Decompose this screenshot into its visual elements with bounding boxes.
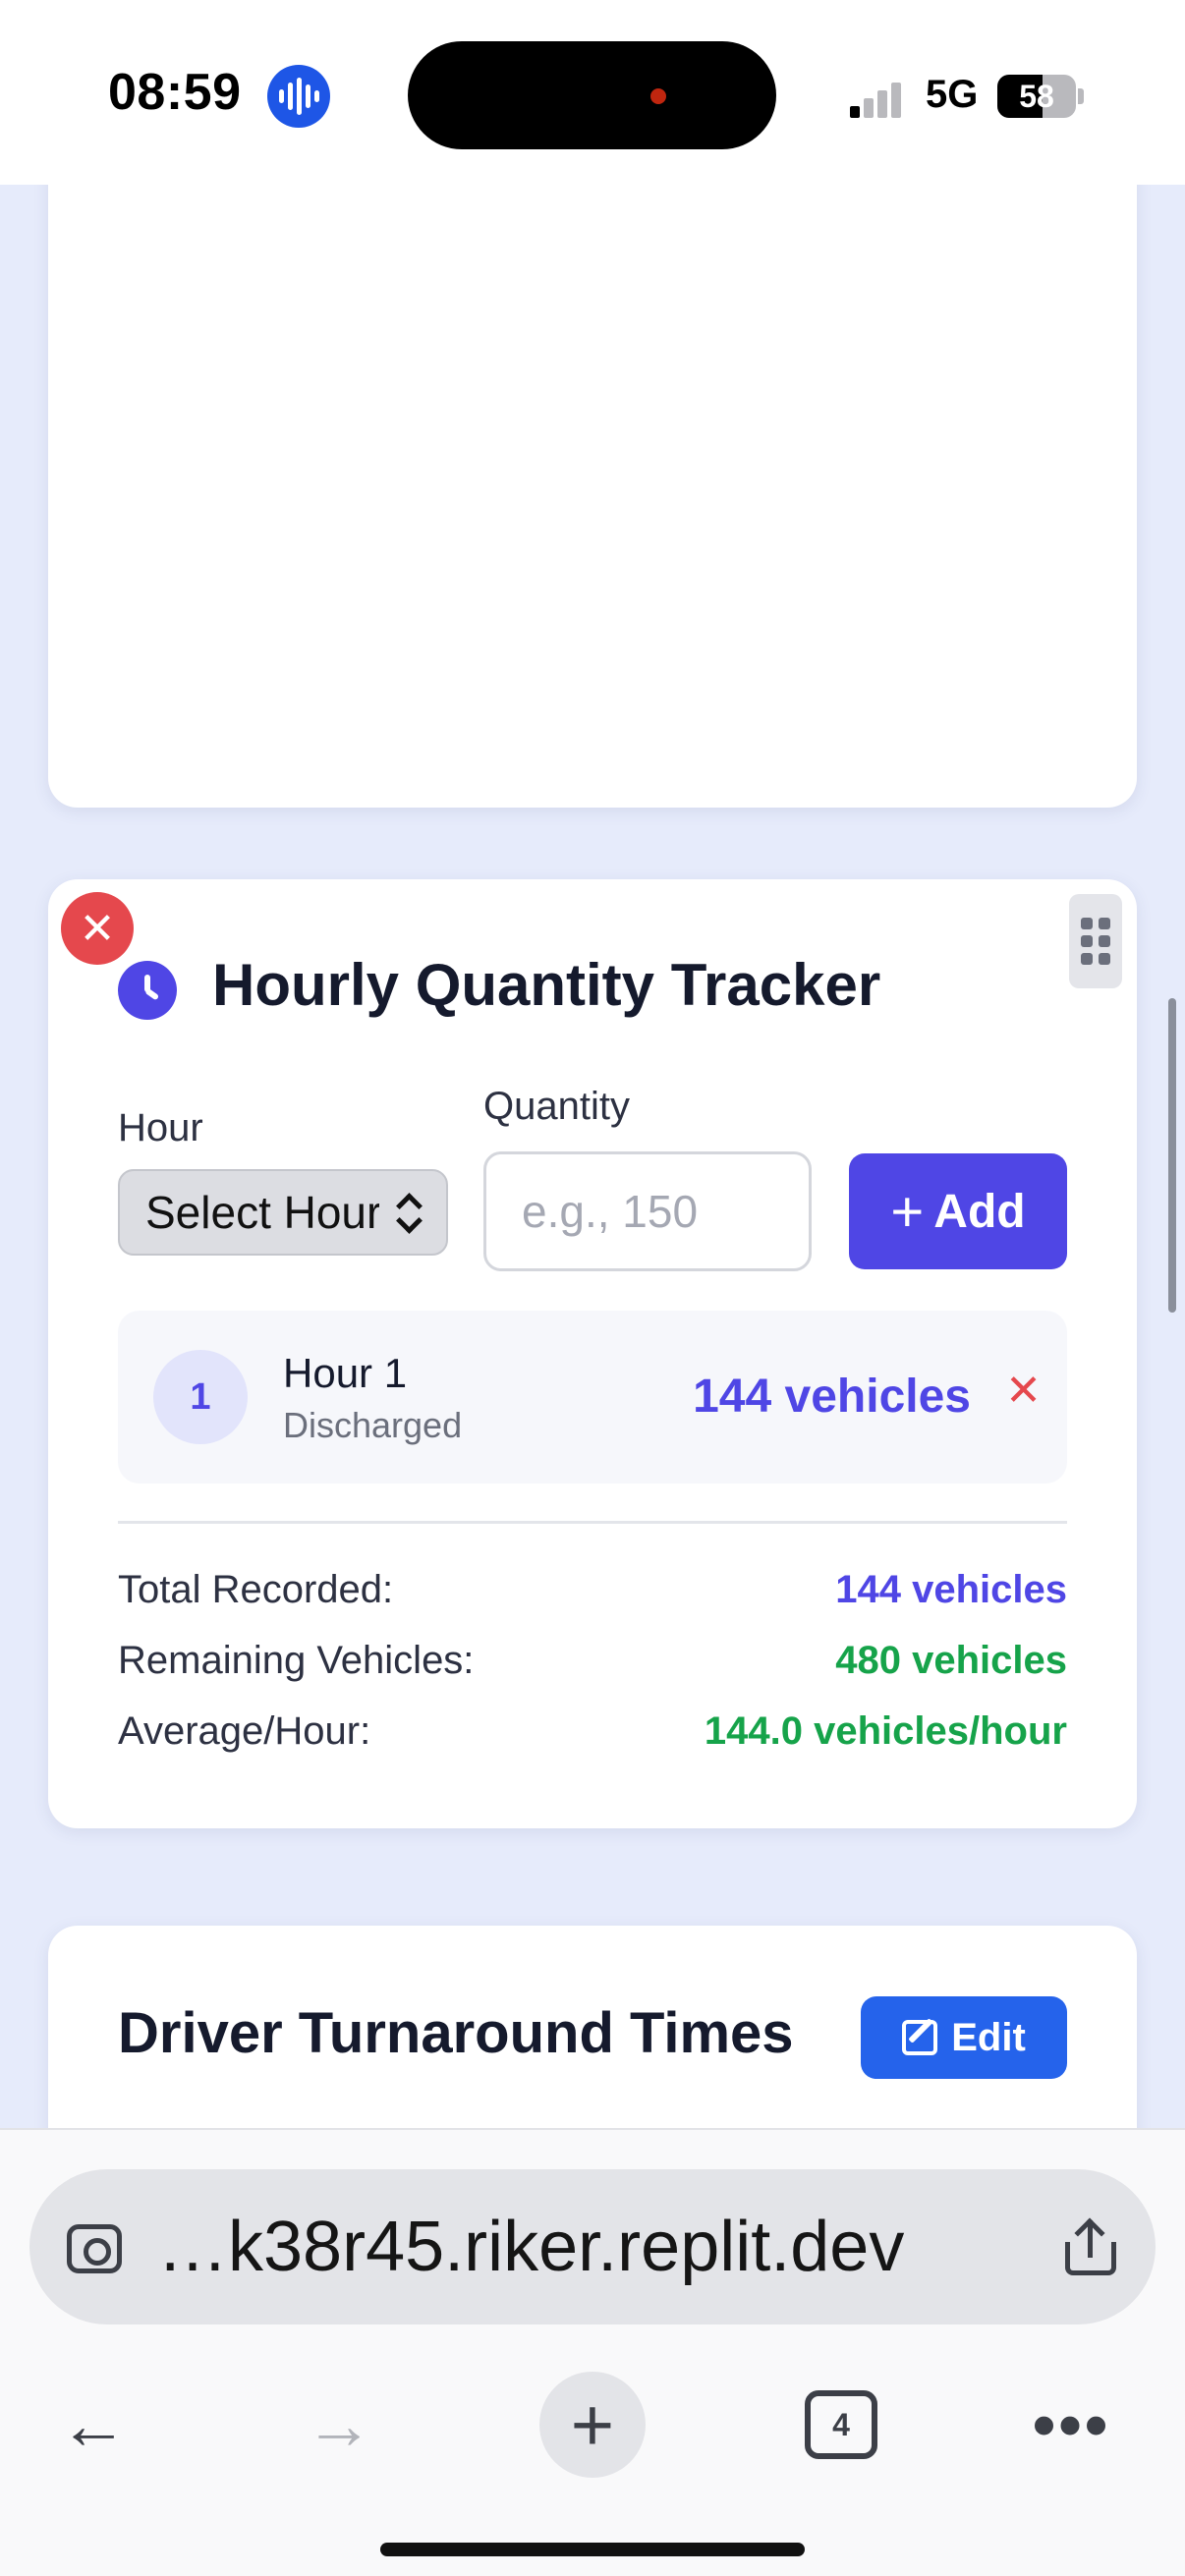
- network-type: 5G: [926, 73, 979, 116]
- add-button-label: Add: [933, 1185, 1026, 1238]
- drag-handle-icon[interactable]: [1069, 894, 1122, 988]
- entry-status: Discharged: [283, 1405, 463, 1445]
- hour-select[interactable]: Select Hour: [118, 1169, 448, 1256]
- hour-select-value: Select Hour: [145, 1187, 379, 1238]
- total-recorded-label: Total Recorded:: [118, 1568, 394, 1611]
- total-recorded-value: 144 vehicles: [835, 1568, 1067, 1611]
- average-per-hour-value: 144.0 vehicles/hour: [704, 1709, 1067, 1753]
- tabs-button[interactable]: 4: [802, 2356, 880, 2493]
- remaining-vehicles-label: Remaining Vehicles:: [118, 1639, 475, 1682]
- divider: [118, 1521, 1067, 1524]
- lens-icon[interactable]: [67, 2224, 122, 2273]
- address-bar[interactable]: …k38r45.riker.replit.dev: [29, 2169, 1156, 2324]
- status-time: 08:59: [108, 64, 242, 121]
- chevron-up-down-icon: [393, 1191, 424, 1236]
- camera-indicator-icon: [650, 88, 666, 104]
- edit-button[interactable]: Edit: [861, 1996, 1067, 2079]
- tabs-count: 4: [805, 2390, 877, 2459]
- delete-entry-button[interactable]: ✕: [1005, 1366, 1042, 1416]
- home-indicator[interactable]: [380, 2543, 805, 2556]
- remove-widget-button[interactable]: ✕: [61, 892, 134, 965]
- close-icon: ✕: [79, 904, 116, 953]
- forward-arrow-icon[interactable]: →: [295, 2356, 383, 2493]
- back-arrow-icon[interactable]: ←: [49, 2356, 138, 2493]
- driver-turnaround-title: Driver Turnaround Times: [118, 2001, 794, 2065]
- plus-icon: +: [890, 1179, 925, 1244]
- share-icon[interactable]: [1065, 2217, 1116, 2275]
- hour-label: Hour: [118, 1106, 203, 1149]
- battery-icon: 58: [997, 75, 1076, 118]
- more-options-icon[interactable]: •••: [1022, 2356, 1120, 2493]
- dynamic-island: [408, 41, 776, 149]
- battery-tip: [1078, 88, 1084, 104]
- quantity-label: Quantity: [483, 1085, 630, 1128]
- hour-number-badge: 1: [153, 1350, 248, 1444]
- entry-title: Hour 1: [283, 1350, 408, 1396]
- audio-recording-icon[interactable]: [267, 65, 330, 128]
- plus-icon: +: [539, 2372, 646, 2478]
- page-scrollbar[interactable]: [1168, 998, 1176, 1313]
- battery-percent: 58: [1019, 79, 1054, 114]
- new-tab-button[interactable]: +: [538, 2356, 647, 2493]
- remaining-vehicles-value: 480 vehicles: [835, 1639, 1067, 1682]
- average-per-hour-label: Average/Hour:: [118, 1709, 371, 1753]
- edit-icon: [902, 2020, 938, 2055]
- tracker-title: Hourly Quantity Tracker: [212, 952, 881, 1018]
- previous-widget-card: [48, 147, 1137, 808]
- edit-button-label: Edit: [951, 2015, 1026, 2059]
- page: 08:59 5G 58 ✕ Hourly Quantity Tracker Ho…: [0, 0, 1185, 2576]
- browser-nav: ← → + 4 •••: [0, 2356, 1185, 2493]
- status-bar: 08:59 5G 58: [0, 0, 1185, 185]
- signal-strength-icon: [850, 79, 909, 118]
- quantity-input[interactable]: [483, 1151, 812, 1271]
- add-button[interactable]: + Add: [849, 1153, 1067, 1269]
- clock-icon: [118, 961, 177, 1020]
- list-item: 1 Hour 1 Discharged 144 vehicles ✕: [118, 1311, 1067, 1484]
- url-text: …k38r45.riker.replit.dev: [157, 2208, 905, 2286]
- browser-toolbar: …k38r45.riker.replit.dev ← → + 4 •••: [0, 2128, 1185, 2576]
- entry-quantity: 144 vehicles: [693, 1371, 971, 1423]
